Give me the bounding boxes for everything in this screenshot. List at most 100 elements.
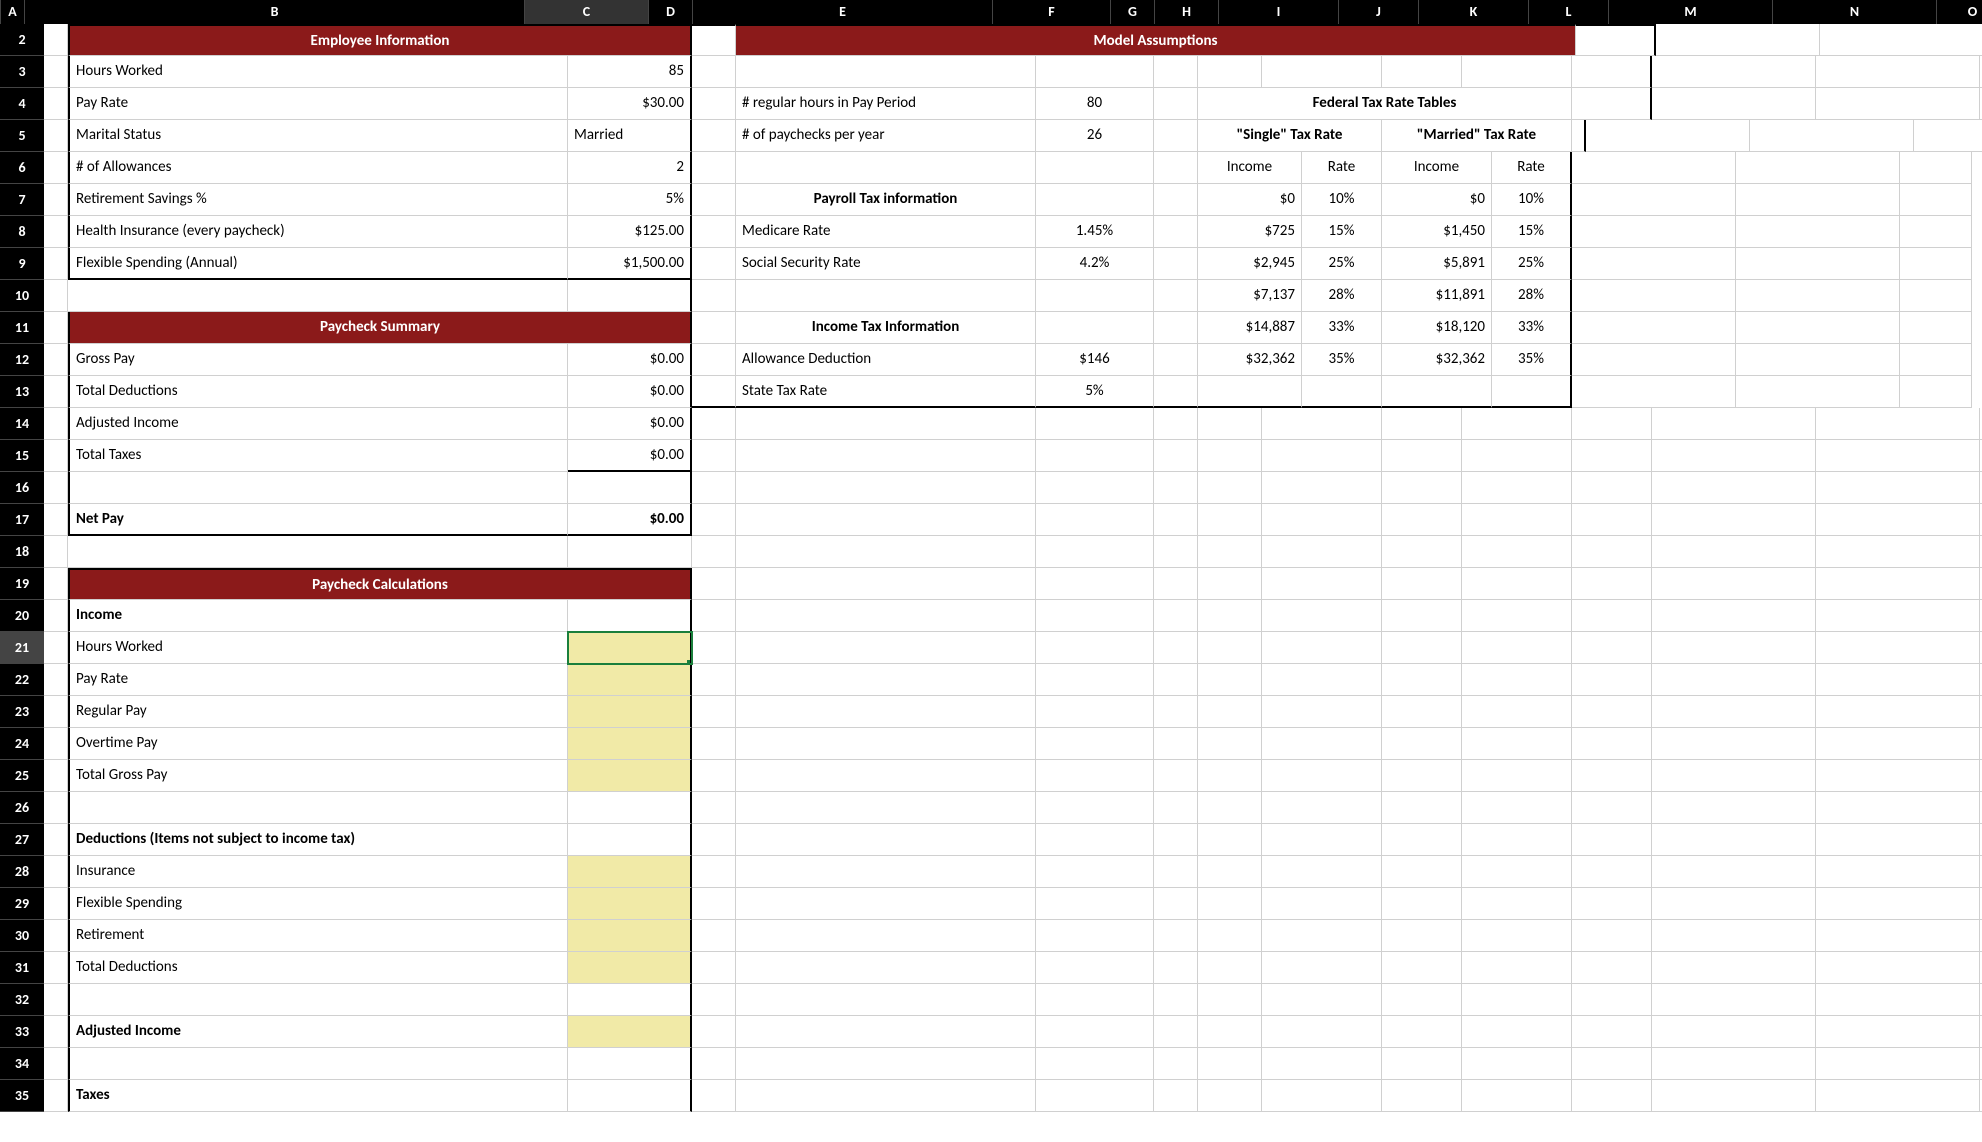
cell[interactable]: [1652, 440, 1816, 472]
col-header-c[interactable]: C: [525, 0, 649, 24]
cell[interactable]: Hours Worked: [68, 56, 568, 88]
cell[interactable]: [692, 1080, 736, 1112]
cell[interactable]: [44, 56, 68, 88]
col-header-k[interactable]: K: [1419, 0, 1529, 24]
cell[interactable]: [1382, 56, 1462, 88]
row-header-33[interactable]: 33: [0, 1016, 44, 1048]
cell[interactable]: [44, 120, 68, 152]
cell[interactable]: [44, 440, 68, 472]
cell[interactable]: [1462, 1080, 1572, 1112]
cell[interactable]: [1462, 920, 1572, 952]
cell[interactable]: [1036, 952, 1154, 984]
cell[interactable]: [736, 952, 1036, 984]
cell[interactable]: [1572, 152, 1736, 184]
cell[interactable]: [692, 376, 736, 408]
cell[interactable]: [692, 600, 736, 632]
income-label-1[interactable]: Income: [1198, 152, 1302, 184]
cell[interactable]: [1572, 792, 1652, 824]
cell[interactable]: [1262, 440, 1382, 472]
cell[interactable]: [692, 248, 736, 280]
cell[interactable]: [44, 504, 68, 536]
cell[interactable]: [1382, 376, 1492, 408]
cell[interactable]: [1198, 1080, 1262, 1112]
cell[interactable]: 33%: [1302, 312, 1382, 344]
cell[interactable]: [1154, 664, 1198, 696]
cell[interactable]: [1816, 920, 1980, 952]
cell[interactable]: [1382, 504, 1462, 536]
cell[interactable]: [736, 984, 1036, 1016]
cell[interactable]: [1198, 472, 1262, 504]
cell[interactable]: [736, 856, 1036, 888]
cell[interactable]: [44, 888, 68, 920]
cell[interactable]: $7,137: [1198, 280, 1302, 312]
cell[interactable]: [1036, 184, 1154, 216]
cell[interactable]: [1462, 440, 1572, 472]
cell[interactable]: [1652, 408, 1816, 440]
cell[interactable]: [1154, 152, 1198, 184]
cell[interactable]: [1652, 696, 1816, 728]
cell[interactable]: [1914, 120, 1982, 152]
row-header-35[interactable]: 35: [0, 1080, 44, 1112]
cell[interactable]: [1572, 536, 1652, 568]
cell[interactable]: [568, 1016, 692, 1048]
cell[interactable]: [1382, 568, 1462, 600]
cell[interactable]: [1816, 88, 1980, 120]
cell[interactable]: 25%: [1492, 248, 1572, 280]
row-header-9[interactable]: 9: [0, 248, 44, 280]
model-assumptions-header[interactable]: Model Assumptions: [736, 24, 1576, 56]
cell[interactable]: [692, 216, 736, 248]
cell[interactable]: [568, 920, 692, 952]
rate-label-2[interactable]: Rate: [1492, 152, 1572, 184]
cell[interactable]: [44, 856, 68, 888]
cell[interactable]: [1816, 664, 1980, 696]
cell[interactable]: [1462, 824, 1572, 856]
cell[interactable]: [1262, 1080, 1382, 1112]
col-header-a[interactable]: A: [1, 0, 25, 24]
cell[interactable]: [568, 952, 692, 984]
cell[interactable]: [1816, 696, 1980, 728]
cell[interactable]: [1198, 664, 1262, 696]
cell[interactable]: [68, 792, 568, 824]
cell[interactable]: Regular Pay: [68, 696, 568, 728]
cell[interactable]: [1652, 632, 1816, 664]
cell[interactable]: [1154, 600, 1198, 632]
cell[interactable]: [736, 888, 1036, 920]
rate-label-1[interactable]: Rate: [1302, 152, 1382, 184]
cell[interactable]: [1198, 56, 1262, 88]
cell[interactable]: [44, 984, 68, 1016]
cell[interactable]: [1652, 600, 1816, 632]
row-header-10[interactable]: 10: [0, 280, 44, 312]
cell[interactable]: [44, 216, 68, 248]
cell[interactable]: [568, 760, 692, 792]
cell[interactable]: [1198, 504, 1262, 536]
cell[interactable]: [44, 280, 68, 312]
cell[interactable]: [1382, 888, 1462, 920]
cell[interactable]: [44, 152, 68, 184]
row-header-7[interactable]: 7: [0, 184, 44, 216]
cell[interactable]: [692, 440, 736, 472]
cell[interactable]: [1154, 792, 1198, 824]
cell[interactable]: [1572, 280, 1736, 312]
cell[interactable]: [692, 632, 736, 664]
cell[interactable]: 2: [568, 152, 692, 184]
cell[interactable]: [1036, 280, 1154, 312]
cell[interactable]: [1652, 824, 1816, 856]
cell[interactable]: [1462, 408, 1572, 440]
cell[interactable]: [1154, 696, 1198, 728]
cell[interactable]: [1198, 760, 1262, 792]
cell[interactable]: [692, 88, 736, 120]
cell[interactable]: [1154, 824, 1198, 856]
row-header-16[interactable]: 16: [0, 472, 44, 504]
cell[interactable]: [1198, 408, 1262, 440]
cell[interactable]: [1198, 1016, 1262, 1048]
cell[interactable]: $5,891: [1382, 248, 1492, 280]
cell[interactable]: [1154, 536, 1198, 568]
cell[interactable]: [1652, 984, 1816, 1016]
cell[interactable]: [68, 472, 568, 504]
col-header-o[interactable]: O: [1937, 0, 1982, 24]
cell[interactable]: # of paychecks per year: [736, 120, 1036, 152]
cell[interactable]: Deductions (Items not subject to income …: [68, 824, 568, 856]
cell[interactable]: [568, 536, 692, 568]
cell[interactable]: [44, 312, 68, 344]
row-header-11[interactable]: 11: [0, 312, 44, 344]
